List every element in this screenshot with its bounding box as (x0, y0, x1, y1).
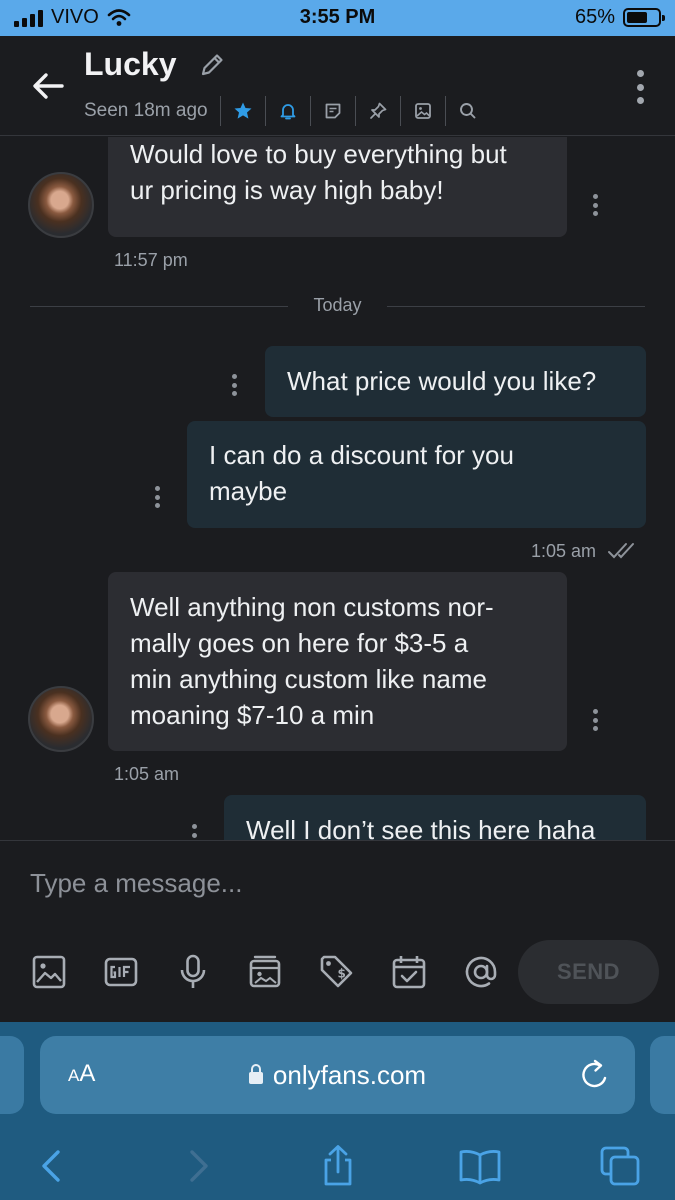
vault-icon[interactable] (246, 953, 284, 991)
last-seen: Seen 18m ago (84, 100, 208, 121)
mention-icon[interactable] (462, 953, 500, 991)
contact-name[interactable]: Lucky (84, 46, 176, 83)
message-input[interactable] (30, 863, 630, 903)
message-line: mally goes on here for $3-5 a (130, 628, 469, 658)
previous-tab-preview[interactable] (0, 1036, 24, 1114)
message-line: Would love to buy everything but (130, 139, 507, 169)
next-tab-preview[interactable] (650, 1036, 675, 1114)
battery-fill (627, 12, 647, 23)
lock-icon (248, 1064, 263, 1084)
edit-pencil-icon[interactable] (198, 51, 226, 79)
message-line: Well I don’t see this here haha (246, 815, 596, 840)
microphone-icon[interactable] (174, 953, 212, 991)
message-line: Well anything non customs nor- (130, 592, 494, 622)
title-row: Lucky (84, 46, 226, 83)
battery-percent: 65% (574, 6, 615, 28)
search-icon[interactable] (444, 96, 490, 126)
gif-icon[interactable] (102, 953, 140, 991)
add-image-icon[interactable] (30, 953, 68, 991)
read-receipt-icon (608, 543, 634, 559)
share-icon[interactable] (316, 1144, 360, 1188)
status-time: 3:55 PM (299, 6, 376, 28)
contact-avatar[interactable] (28, 172, 94, 238)
message-time: 1:05 am (531, 541, 597, 561)
outgoing-message[interactable]: What price would you like? (265, 346, 646, 417)
message-line: min anything custom like name (130, 664, 487, 694)
browser-chrome: AA onlyfans.com (0, 1022, 675, 1200)
back-arrow-icon[interactable] (28, 66, 68, 106)
message-list[interactable]: Would love to buy everything but ur pric… (0, 137, 675, 840)
pin-icon[interactable] (354, 96, 400, 126)
message-time: 1:05 am (114, 764, 180, 784)
notification-bell-icon[interactable] (264, 96, 310, 126)
send-button[interactable]: SEND (518, 940, 659, 1004)
reload-icon[interactable] (579, 1058, 611, 1092)
message-options-icon[interactable] (593, 194, 599, 216)
status-bar: VIVO 3:55 PM 65% (0, 0, 675, 36)
message-options-icon[interactable] (593, 709, 599, 731)
incoming-message[interactable]: Would love to buy everything but ur pric… (108, 137, 567, 237)
message-options-icon[interactable] (155, 486, 161, 508)
message-line: What price would you like? (287, 366, 597, 396)
message-composer: $ SEND (0, 840, 675, 1022)
battery-group: 65% (574, 6, 665, 29)
contact-avatar[interactable] (28, 686, 94, 752)
battery-icon (623, 8, 665, 27)
incoming-message[interactable]: Well anything non customs nor- mally goe… (108, 572, 567, 751)
header-toolbar: Seen 18m ago (84, 96, 490, 126)
outgoing-message[interactable]: I can do a discount for you maybe (187, 421, 646, 528)
price-tag-icon[interactable]: $ (318, 953, 356, 991)
back-chevron-icon[interactable] (30, 1144, 74, 1188)
more-options-icon[interactable] (635, 70, 645, 104)
calendar-icon[interactable] (390, 953, 428, 991)
chat-header: Lucky Seen 18m ago (0, 36, 675, 136)
note-icon[interactable] (309, 96, 355, 126)
message-time: 11:57 pm (114, 250, 188, 270)
url-field[interactable]: onlyfans.com (40, 1060, 635, 1091)
date-divider: Today (30, 293, 645, 323)
forward-chevron-icon[interactable] (176, 1144, 220, 1188)
message-line: maybe (209, 476, 288, 506)
gallery-image-icon[interactable] (399, 96, 445, 126)
url-text: onlyfans.com (272, 1060, 427, 1090)
browser-toolbar (0, 1128, 675, 1200)
tabs-icon[interactable] (598, 1144, 642, 1188)
outgoing-message[interactable]: Well I don’t see this here haha (224, 795, 646, 840)
date-divider-label: Today (313, 295, 362, 315)
address-bar[interactable]: AA onlyfans.com (40, 1036, 635, 1114)
message-line: I can do a discount for you (209, 440, 514, 470)
message-options-icon[interactable] (192, 824, 198, 840)
bookmarks-icon[interactable] (458, 1144, 502, 1188)
message-options-icon[interactable] (232, 374, 238, 396)
message-line: moaning $7-10 a min (130, 700, 375, 730)
svg-text:$: $ (338, 967, 346, 981)
favorite-star-icon[interactable] (219, 96, 265, 126)
message-line: ur pricing is way high baby! (130, 175, 444, 205)
